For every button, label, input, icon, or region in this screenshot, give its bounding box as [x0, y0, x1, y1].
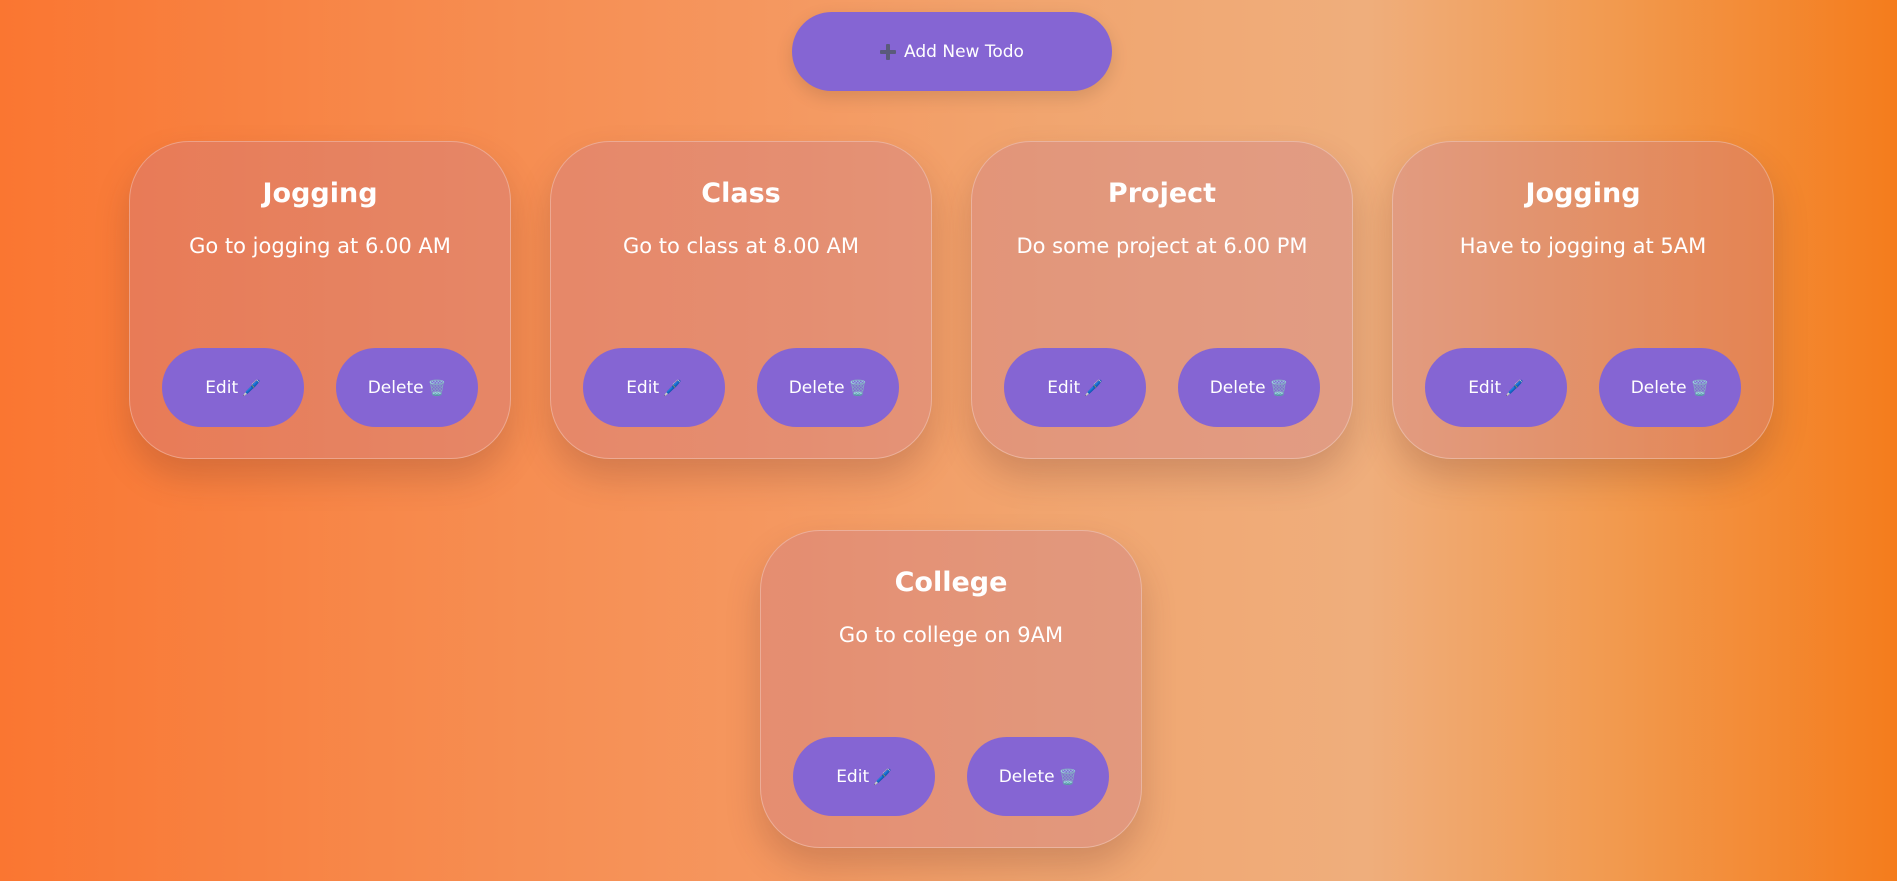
trash-icon: 🗑️: [1058, 767, 1078, 786]
todo-description: Have to jogging at 5AM: [1459, 234, 1707, 258]
pen-icon: 🖊️: [1084, 378, 1103, 397]
trash-icon: 🗑️: [1690, 378, 1710, 397]
plus-icon: [880, 43, 897, 60]
pen-icon: 🖊️: [242, 378, 261, 397]
edit-button[interactable]: Edit 🖊️: [583, 348, 725, 427]
trash-icon: 🗑️: [848, 378, 868, 397]
todo-card: Class Go to class at 8.00 AM Edit 🖊️ Del…: [550, 141, 932, 459]
delete-label: Delete: [367, 377, 424, 398]
todo-card: Jogging Go to jogging at 6.00 AM Edit 🖊️…: [129, 141, 511, 459]
todo-card: Jogging Have to jogging at 5AM Edit 🖊️ D…: [1392, 141, 1774, 459]
pen-icon: 🖊️: [663, 378, 682, 397]
add-new-todo-label: Add New Todo: [904, 41, 1024, 62]
trash-icon: 🗑️: [1269, 378, 1289, 397]
edit-button[interactable]: Edit 🖊️: [162, 348, 304, 427]
todo-card: Project Do some project at 6.00 PM Edit …: [971, 141, 1353, 459]
delete-button[interactable]: Delete 🗑️: [967, 737, 1109, 816]
todo-title: Class: [701, 178, 781, 209]
todo-description: Go to jogging at 6.00 AM: [189, 234, 451, 258]
edit-label: Edit: [1047, 377, 1081, 398]
delete-button[interactable]: Delete 🗑️: [1178, 348, 1320, 427]
delete-label: Delete: [788, 377, 845, 398]
edit-button[interactable]: Edit 🖊️: [1425, 348, 1567, 427]
edit-label: Edit: [836, 766, 870, 787]
delete-button[interactable]: Delete 🗑️: [336, 348, 478, 427]
delete-label: Delete: [998, 766, 1055, 787]
trash-icon: 🗑️: [427, 378, 447, 397]
todo-title: Jogging: [1525, 178, 1641, 209]
edit-label: Edit: [1468, 377, 1502, 398]
pen-icon: 🖊️: [1505, 378, 1524, 397]
delete-button[interactable]: Delete 🗑️: [757, 348, 899, 427]
todo-description: Do some project at 6.00 PM: [1016, 234, 1308, 258]
todo-description: Go to class at 8.00 AM: [622, 234, 860, 258]
todo-title: Project: [1107, 178, 1217, 209]
todo-title: Jogging: [262, 178, 378, 209]
delete-label: Delete: [1209, 377, 1266, 398]
edit-button[interactable]: Edit 🖊️: [793, 737, 935, 816]
edit-label: Edit: [205, 377, 239, 398]
delete-label: Delete: [1630, 377, 1687, 398]
pen-icon: 🖊️: [873, 767, 892, 786]
edit-button[interactable]: Edit 🖊️: [1004, 348, 1146, 427]
add-new-todo-button[interactable]: Add New Todo: [792, 12, 1112, 91]
delete-button[interactable]: Delete 🗑️: [1599, 348, 1741, 427]
edit-label: Edit: [626, 377, 660, 398]
todo-card: College Go to college on 9AM Edit 🖊️ Del…: [760, 530, 1142, 848]
todo-title: College: [894, 567, 1008, 598]
todo-description: Go to college on 9AM: [838, 623, 1064, 647]
